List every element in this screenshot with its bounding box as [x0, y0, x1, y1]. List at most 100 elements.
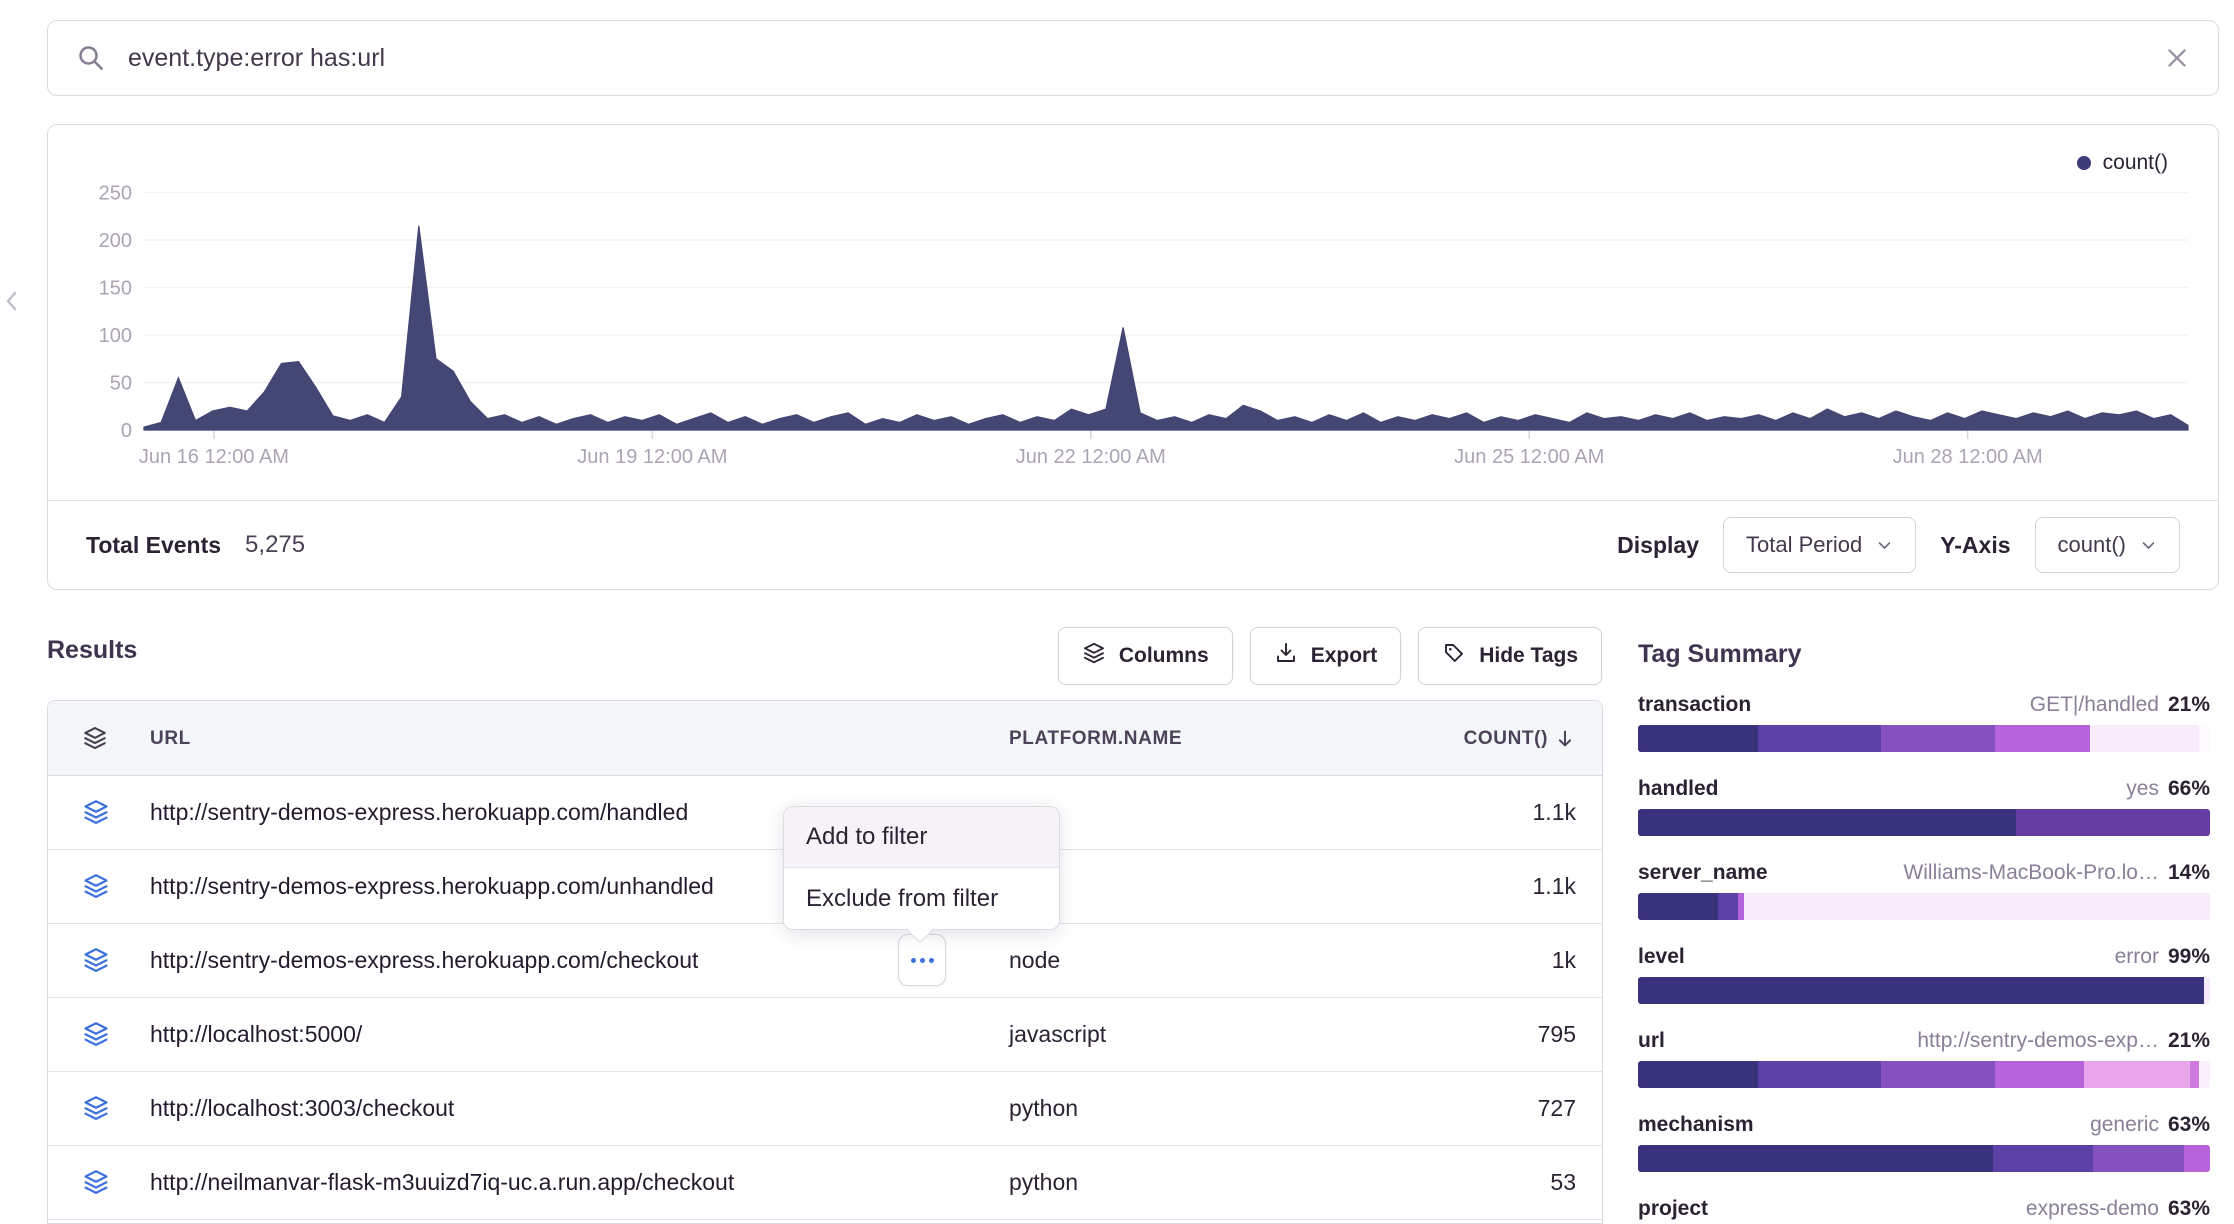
export-label: Export	[1311, 644, 1378, 668]
table-row[interactable]: http://localhost:5000/javascript 795	[48, 998, 1602, 1072]
tag-distribution-bar[interactable]	[1638, 809, 2210, 836]
tag-bar-segment	[1638, 893, 1718, 920]
tag-top-value: generic	[2090, 1113, 2159, 1137]
table-row[interactable]: http://neilmanvar-flask-m3uuizd7iq-uc.a.…	[48, 1146, 1602, 1220]
tag-row-transaction: transactionGET|/handled21%	[1638, 693, 2210, 752]
count-cell[interactable]: 795	[1538, 998, 1576, 1071]
tag-bar-segment	[1638, 1145, 1993, 1172]
tag-summary-heading: Tag Summary	[1638, 640, 2210, 669]
tag-bar-segment	[1758, 1061, 1881, 1088]
tag-distribution-bar[interactable]	[1638, 893, 2210, 920]
tag-distribution-bar[interactable]	[1638, 1145, 2210, 1172]
results-heading: Results	[47, 636, 137, 665]
columns-button[interactable]: Columns	[1058, 627, 1233, 685]
download-icon	[1274, 641, 1298, 671]
url-cell[interactable]: http://sentry-demos-express.herokuapp.co…	[150, 776, 688, 849]
clear-search-icon[interactable]	[2164, 45, 2190, 71]
tag-row-server_name: server_nameWilliams-MacBook-Pro.lo…14%	[1638, 861, 2210, 920]
stack-icon[interactable]	[82, 1094, 110, 1127]
tag-bar-segment	[2190, 1061, 2199, 1088]
stack-icon[interactable]	[82, 798, 110, 831]
hide-tags-button[interactable]: Hide Tags	[1418, 627, 1602, 685]
tag-name: url	[1638, 1029, 1665, 1053]
stack-icon[interactable]	[82, 1168, 110, 1201]
tag-percent: 63%	[2168, 1113, 2210, 1137]
url-cell[interactable]: http://sentry-demos-express.herokuapp.co…	[150, 924, 698, 997]
svg-text:250: 250	[99, 183, 132, 205]
tag-bar-segment	[2090, 725, 2199, 752]
svg-text:Jun 25 12:00 AM: Jun 25 12:00 AM	[1454, 446, 1604, 467]
total-events-value: 5,275	[245, 531, 305, 559]
panel-collapse-icon[interactable]	[2, 288, 22, 319]
export-button[interactable]: Export	[1250, 627, 1402, 685]
count-cell[interactable]: 1.1k	[1533, 776, 1576, 849]
tag-top-value: http://sentry-demos-exp…	[1917, 1029, 2159, 1053]
tag-percent: 63%	[2168, 1197, 2210, 1221]
tag-bar-segment	[1995, 725, 2089, 752]
sort-desc-icon	[1554, 728, 1576, 750]
tag-name: mechanism	[1638, 1113, 1754, 1137]
tag-distribution-bar[interactable]	[1638, 977, 2210, 1004]
stack-icon[interactable]	[82, 872, 110, 905]
legend-count-dot	[2077, 156, 2091, 170]
tag-distribution-bar[interactable]	[1638, 725, 2210, 752]
tag-percent: 21%	[2168, 693, 2210, 717]
tag-name: server_name	[1638, 861, 1768, 885]
svg-text:150: 150	[99, 278, 132, 300]
platform-cell[interactable]: node	[1009, 924, 1060, 997]
svg-text:0: 0	[121, 420, 132, 442]
tag-row-url: urlhttp://sentry-demos-exp…21%	[1638, 1029, 2210, 1088]
tag-name: transaction	[1638, 693, 1751, 717]
count-cell[interactable]: 1.1k	[1533, 850, 1576, 923]
url-cell[interactable]: http://localhost:5000/	[150, 998, 362, 1071]
tag-bar-segment	[1881, 1061, 1995, 1088]
yaxis-dropdown-value: count()	[2058, 532, 2126, 558]
tag-bar-segment	[2016, 809, 2210, 836]
tag-top-value: express-demo	[2026, 1197, 2159, 1221]
chart-legend-count[interactable]: count()	[2077, 151, 2168, 175]
chevron-down-icon	[2140, 537, 2157, 554]
tag-bar-segment	[1995, 1061, 2084, 1088]
platform-cell[interactable]: python	[1009, 1146, 1078, 1219]
stack-icon[interactable]	[82, 725, 108, 756]
svg-text:Jun 16 12:00 AM: Jun 16 12:00 AM	[139, 446, 289, 467]
search-input[interactable]: event.type:error has:url	[128, 44, 2142, 73]
platform-cell[interactable]: python	[1009, 1072, 1078, 1145]
display-dropdown-value: Total Period	[1746, 532, 1862, 558]
url-cell[interactable]: http://sentry-demos-express.herokuapp.co…	[150, 850, 714, 923]
tag-bar-segment	[1638, 1061, 1758, 1088]
tag-distribution-bar[interactable]	[1638, 1061, 2210, 1088]
tag-row-handled: handledyes66%	[1638, 777, 2210, 836]
table-header: URL PLATFORM.NAME COUNT()	[48, 701, 1602, 776]
cell-actions-button[interactable]	[898, 934, 946, 986]
url-cell[interactable]: http://localhost:3003/checkout	[150, 1072, 454, 1145]
tag-summary-panel: Tag Summary transactionGET|/handled21% ha…	[1638, 640, 2210, 1224]
table-row[interactable]: http://sentry-demos-express.herokuapp.co…	[48, 924, 1602, 998]
url-cell[interactable]: http://neilmanvar-flask-m3uuizd7iq-uc.a.…	[150, 1146, 734, 1219]
stack-icon[interactable]	[82, 1020, 110, 1053]
hide-tags-label: Hide Tags	[1479, 644, 1578, 668]
count-cell[interactable]: 53	[1550, 1146, 1576, 1219]
legend-count-label: count()	[2103, 151, 2168, 175]
column-header-count[interactable]: COUNT()	[1464, 701, 1576, 776]
menu-item-add-to-filter[interactable]: Add to filter	[784, 807, 1059, 868]
search-bar[interactable]: event.type:error has:url	[47, 20, 2219, 96]
svg-text:Jun 22 12:00 AM: Jun 22 12:00 AM	[1016, 446, 1166, 467]
tag-bar-segment	[1638, 977, 2204, 1004]
tag-name: project	[1638, 1197, 1708, 1221]
stack-icon[interactable]	[82, 946, 110, 979]
column-header-platform[interactable]: PLATFORM.NAME	[1009, 701, 1182, 776]
count-cell[interactable]: 727	[1538, 1072, 1576, 1145]
display-dropdown[interactable]: Total Period	[1723, 517, 1916, 573]
yaxis-dropdown[interactable]: count()	[2035, 517, 2180, 573]
svg-text:50: 50	[110, 373, 132, 395]
table-row[interactable]: http://localhost:3003/checkout python 727	[48, 1072, 1602, 1146]
events-chart-panel: count() 050100150200250Jun 16 12:00 AMJu…	[47, 124, 2219, 590]
display-label: Display	[1617, 532, 1699, 559]
count-cell[interactable]: 1k	[1552, 924, 1576, 997]
tag-percent: 99%	[2168, 945, 2210, 969]
column-header-url[interactable]: URL	[150, 701, 191, 776]
tag-row-mechanism: mechanism generic 63%	[1638, 1113, 2210, 1172]
tag-name: handled	[1638, 777, 1719, 801]
platform-cell[interactable]: javascript	[1009, 998, 1106, 1071]
